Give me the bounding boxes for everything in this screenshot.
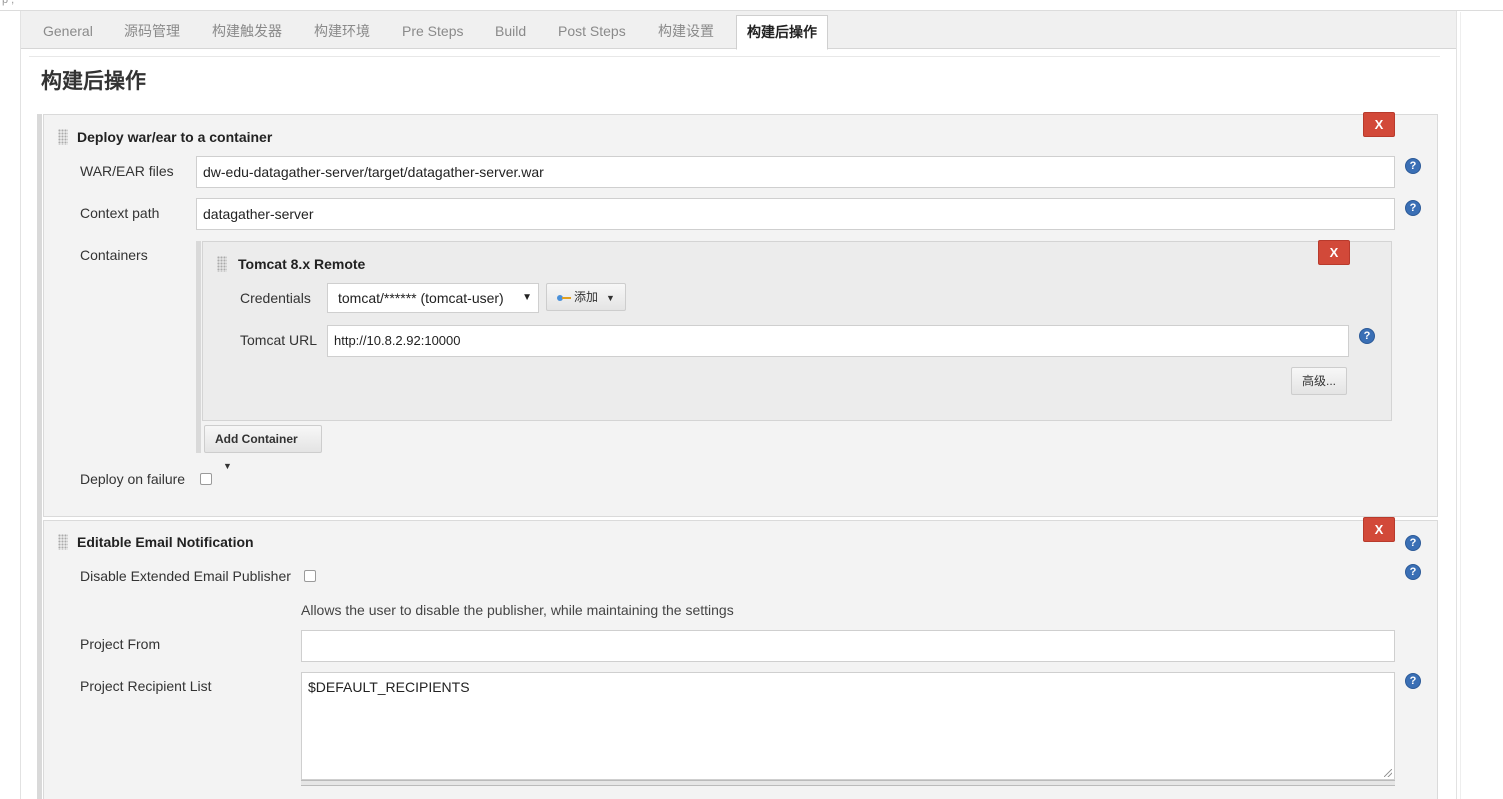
- war-files-input[interactable]: dw-edu-datagather-server/target/datagath…: [196, 156, 1395, 188]
- deploy-block-title: Deploy war/ear to a container: [77, 129, 273, 145]
- page-edge-line: [1460, 12, 1461, 799]
- context-path-help-icon[interactable]: ?: [1405, 200, 1421, 216]
- recipient-list-value: $DEFAULT_RECIPIENTS: [308, 679, 470, 695]
- context-path-label: Context path: [80, 205, 160, 221]
- project-from-input[interactable]: [301, 630, 1395, 662]
- remove-deploy-button[interactable]: X: [1363, 112, 1395, 137]
- tab-general[interactable]: General: [43, 11, 93, 49]
- credentials-value: tomcat/****** (tomcat-user): [338, 290, 504, 306]
- email-drag-handle-icon[interactable]: [58, 534, 68, 550]
- container-drag-handle-icon[interactable]: [217, 256, 227, 272]
- email-block-left-bar: [37, 520, 42, 799]
- email-block-title: Editable Email Notification: [77, 534, 254, 550]
- drag-handle-icon[interactable]: [58, 129, 68, 145]
- tab-build[interactable]: Build: [495, 11, 526, 49]
- remove-container-button[interactable]: X: [1318, 240, 1350, 265]
- add-credentials-label: 添加: [574, 290, 599, 304]
- textarea-drag-bar[interactable]: [301, 780, 1395, 786]
- resize-handle-icon[interactable]: [1384, 769, 1392, 777]
- tab-source-management[interactable]: 源码管理: [124, 11, 180, 49]
- add-credentials-button[interactable]: 添加 ▼: [546, 283, 626, 311]
- email-help-icon[interactable]: ?: [1405, 535, 1421, 551]
- war-files-label: WAR/EAR files: [80, 163, 174, 179]
- credentials-select[interactable]: tomcat/****** (tomcat-user) ▼: [327, 283, 539, 313]
- key-icon: [557, 294, 571, 302]
- disable-publisher-description: Allows the user to disable the publisher…: [301, 602, 734, 618]
- deploy-war-block: Deploy war/ear to a container X WAR/EAR …: [43, 112, 1438, 517]
- advanced-button[interactable]: 高级...: [1291, 367, 1347, 395]
- add-container-button[interactable]: Add Container ▼: [204, 425, 322, 471]
- tab-post-steps[interactable]: Post Steps: [558, 11, 626, 49]
- caret-down-icon: ▼: [223, 460, 232, 471]
- browser-top-edge: p ,: [0, 0, 1503, 11]
- caret-down-icon: ▼: [606, 292, 615, 303]
- disable-publisher-checkbox[interactable]: [304, 570, 316, 582]
- war-files-help-icon[interactable]: ?: [1405, 158, 1421, 174]
- top-fragment-text: p ,: [2, 0, 15, 6]
- tomcat-url-label: Tomcat URL: [240, 332, 318, 348]
- deploy-on-failure-label: Deploy on failure: [80, 471, 186, 487]
- tab-build-triggers[interactable]: 构建触发器: [212, 11, 282, 49]
- remove-email-button[interactable]: X: [1363, 517, 1395, 542]
- disable-publisher-label: Disable Extended Email Publisher: [80, 568, 291, 584]
- add-container-label: Add Container: [215, 432, 298, 446]
- tab-build-settings[interactable]: 构建设置: [658, 11, 714, 49]
- tab-build-environment[interactable]: 构建环境: [314, 11, 370, 49]
- context-path-input[interactable]: datagather-server: [196, 198, 1395, 230]
- tomcat-url-input[interactable]: http://10.8.2.92:10000: [327, 325, 1349, 357]
- config-page: General 源码管理 构建触发器 构建环境 Pre Steps Build …: [20, 11, 1457, 799]
- section-title: 构建后操作: [41, 70, 146, 93]
- tab-pre-steps[interactable]: Pre Steps: [402, 11, 463, 49]
- container-title: Tomcat 8.x Remote: [238, 256, 366, 272]
- disable-publisher-help-icon[interactable]: ?: [1405, 564, 1421, 580]
- tab-post-build-actions[interactable]: 构建后操作: [736, 15, 828, 50]
- containers-label: Containers: [80, 247, 148, 263]
- tab-divider: [29, 56, 1440, 57]
- project-from-label: Project From: [80, 636, 161, 652]
- recipient-list-textarea[interactable]: $DEFAULT_RECIPIENTS: [301, 672, 1395, 780]
- credentials-label: Credentials: [240, 290, 311, 306]
- tomcat-container-block: Tomcat 8.x Remote X Credentials tomcat/*…: [202, 240, 1392, 421]
- section-tab-bar: General 源码管理 构建触发器 构建环境 Pre Steps Build …: [21, 11, 1456, 50]
- container-left-bar: [196, 241, 201, 453]
- dropdown-arrow-icon: ▼: [522, 292, 532, 303]
- email-notification-block: Editable Email Notification X ? Disable …: [43, 517, 1438, 799]
- deploy-block-left-bar: [37, 114, 42, 520]
- recipient-list-label: Project Recipient List: [80, 678, 212, 694]
- tomcat-url-help-icon[interactable]: ?: [1359, 328, 1375, 344]
- recipient-list-help-icon[interactable]: ?: [1405, 673, 1421, 689]
- deploy-on-failure-checkbox[interactable]: [200, 473, 212, 485]
